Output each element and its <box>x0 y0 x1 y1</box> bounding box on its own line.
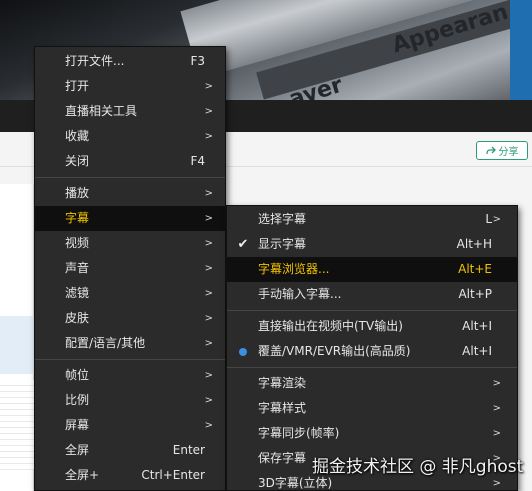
menu-item-11[interactable]: 配置/语言/其他 > <box>35 331 225 356</box>
menu-item-15[interactable]: 全屏 Enter <box>35 438 225 463</box>
subtitle-menu-item-label: 字幕样式 <box>258 401 307 415</box>
subtitle-menu-item-6[interactable]: 字幕渲染 > <box>227 371 517 396</box>
subtitle-menu-item-7[interactable]: 字幕样式 > <box>227 396 517 421</box>
chevron-right-icon: > <box>204 213 213 224</box>
menu-item-shortcut: F3 <box>190 54 205 68</box>
menu-item-label: 皮肤 <box>65 311 90 325</box>
menu-separator <box>227 310 517 311</box>
chevron-right-icon: > <box>204 188 213 199</box>
menu-item-label: 视频 <box>65 236 90 250</box>
chevron-right-icon: > <box>204 395 213 406</box>
menu-item-7[interactable]: 视频 > <box>35 231 225 256</box>
subtitle-menu-item-1[interactable]: ✔ 显示字幕 Alt+H <box>227 232 517 257</box>
menu-item-label: 收藏 <box>65 129 90 143</box>
subtitle-menu-item-2[interactable]: 字幕浏览器... Alt+E <box>227 257 517 282</box>
subtitle-menu-item-shortcut: Alt+I <box>462 344 492 358</box>
menu-item-shortcut: Ctrl+Enter <box>141 468 205 482</box>
subtitle-menu-item-shortcut: Alt+E <box>458 262 492 276</box>
menu-item-2[interactable]: 直播相关工具 > <box>35 99 225 124</box>
menu-item-label: 声音 <box>65 261 90 275</box>
menu-item-label: 比例 <box>65 393 90 407</box>
menu-item-label: 打开文件... <box>65 54 125 68</box>
document-text-lines <box>0 380 34 470</box>
chevron-right-icon: > <box>492 428 501 439</box>
check-icon: ✔ <box>237 237 249 252</box>
subtitle-menu-item-label: 显示字幕 <box>258 237 307 251</box>
chevron-right-icon: > <box>204 106 213 117</box>
subtitle-menu-item-3[interactable]: 手动输入字幕... Alt+P <box>227 282 517 307</box>
share-button-label: 分享 <box>498 147 519 158</box>
menu-separator <box>35 359 225 360</box>
menu-item-0[interactable]: 打开文件... F3 <box>35 49 225 74</box>
subtitle-menu-item-shortcut: Alt+P <box>458 287 492 301</box>
menu-item-label: 关闭 <box>65 154 90 168</box>
menu-item-label: 打开 <box>65 79 90 93</box>
share-button[interactable]: 分享 <box>476 141 528 160</box>
menu-item-8[interactable]: 声音 > <box>35 256 225 281</box>
subtitle-menu-item-4[interactable]: 直接输出在视频中(TV输出) Alt+I <box>227 314 517 339</box>
subtitle-menu-item-8[interactable]: 字幕同步(帧率) > <box>227 421 517 446</box>
chevron-right-icon: > <box>204 238 213 249</box>
menu-item-12[interactable]: 帧位 > <box>35 363 225 388</box>
chevron-right-icon: > <box>204 370 213 381</box>
subtitle-menu-item-label: 覆盖/VMR/EVR输出(高品质) <box>258 344 411 358</box>
menu-item-label: 屏幕 <box>65 418 90 432</box>
chevron-right-icon: > <box>204 313 213 324</box>
subtitle-menu-item-label: 字幕同步(帧率) <box>258 426 340 440</box>
menu-item-16[interactable]: 全屏+ Ctrl+Enter <box>35 463 225 488</box>
video-blue-stripe <box>510 0 532 100</box>
menu-item-label: 字幕 <box>65 211 90 225</box>
menu-item-label: 滤镜 <box>65 286 90 300</box>
subtitle-menu-item-5[interactable]: 覆盖/VMR/EVR输出(高品质) Alt+I <box>227 339 517 364</box>
subtitle-menu-item-shortcut: L <box>485 212 492 226</box>
menu-item-label: 帧位 <box>65 368 90 382</box>
menu-item-label: 直播相关工具 <box>65 104 138 118</box>
chevron-right-icon: > <box>492 378 501 389</box>
watermark-text: 掘金技术社区 @ 非凡ghost <box>312 457 524 477</box>
subtitle-menu-item-0[interactable]: 选择字幕 L > <box>227 207 517 232</box>
menu-item-label: 播放 <box>65 186 90 200</box>
document-thumbnail <box>0 316 34 374</box>
subtitle-menu-item-label: 字幕浏览器... <box>258 262 330 276</box>
chevron-right-icon: > <box>204 420 213 431</box>
subtitle-menu-item-label: 字幕渲染 <box>258 376 307 390</box>
subtitle-menu-item-shortcut: Alt+H <box>456 237 492 251</box>
chevron-right-icon: > <box>492 214 501 225</box>
chevron-right-icon: > <box>204 81 213 92</box>
menu-item-label: 配置/语言/其他 <box>65 336 146 350</box>
chevron-right-icon: > <box>204 263 213 274</box>
menu-item-label: 全屏+ <box>65 468 100 482</box>
menu-item-14[interactable]: 屏幕 > <box>35 413 225 438</box>
menu-item-1[interactable]: 打开 > <box>35 74 225 99</box>
subtitle-menu-item-label: 直接输出在视频中(TV输出) <box>258 319 403 333</box>
menu-item-6[interactable]: 字幕 > <box>35 206 225 231</box>
subtitle-menu-item-label: 保存字幕 <box>258 451 307 465</box>
document-preview <box>0 184 34 491</box>
subtitle-submenu: 选择字幕 L > ✔ 显示字幕 Alt+H 字幕浏览器... Alt+E 手动输入字幕... Al… <box>226 205 518 491</box>
context-menu: 打开文件... F3 打开 > 直播相关工具 > 收藏 > 关闭 F4 播放 > 字幕 > 视频 > 声音 > 滤镜… <box>34 46 226 491</box>
menu-item-4[interactable]: 关闭 F4 <box>35 149 225 174</box>
menu-item-9[interactable]: 滤镜 > <box>35 281 225 306</box>
menu-item-label: 全屏 <box>65 443 90 457</box>
menu-item-shortcut: F4 <box>190 154 205 168</box>
menu-item-3[interactable]: 收藏 > <box>35 124 225 149</box>
radio-dot-icon <box>236 339 250 364</box>
menu-item-5[interactable]: 播放 > <box>35 181 225 206</box>
subtitle-menu-item-shortcut: Alt+I <box>462 319 492 333</box>
menu-separator <box>35 177 225 178</box>
chevron-right-icon: > <box>204 131 213 142</box>
share-icon <box>485 146 496 154</box>
subtitle-menu-item-label: 选择字幕 <box>258 212 307 226</box>
menu-separator <box>227 367 517 368</box>
menu-item-13[interactable]: 比例 > <box>35 388 225 413</box>
menu-item-shortcut: Enter <box>172 443 205 457</box>
chevron-right-icon: > <box>204 338 213 349</box>
chevron-right-icon: > <box>204 288 213 299</box>
subtitle-menu-item-label: 手动输入字幕... <box>258 287 342 301</box>
chevron-right-icon: > <box>492 403 501 414</box>
menu-item-10[interactable]: 皮肤 > <box>35 306 225 331</box>
